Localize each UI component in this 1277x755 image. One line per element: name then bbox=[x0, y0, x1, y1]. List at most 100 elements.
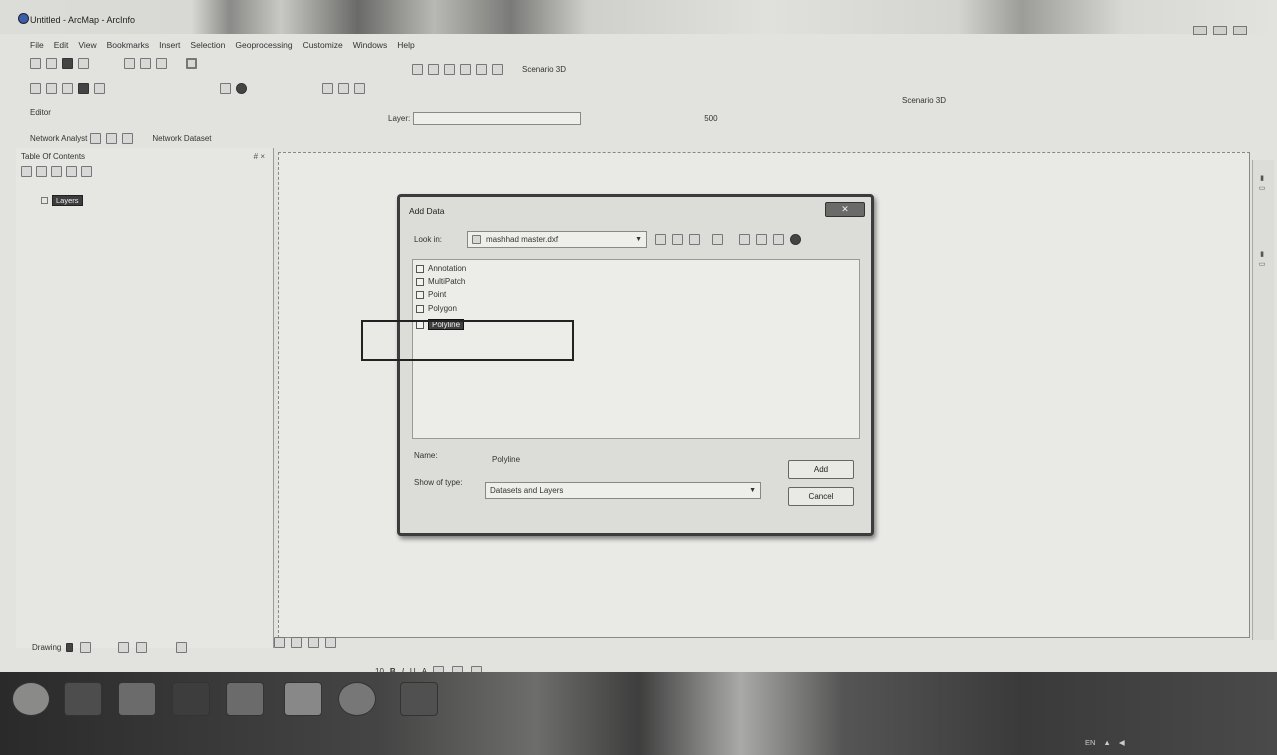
minimize-icon[interactable] bbox=[1193, 26, 1207, 35]
language-indicator[interactable]: EN bbox=[1085, 738, 1095, 747]
list-item-polygon[interactable]: Polygon bbox=[416, 304, 457, 313]
list-by-visibility-icon[interactable] bbox=[51, 166, 62, 177]
menu-selection[interactable]: Selection bbox=[190, 40, 225, 50]
arcmap-icon[interactable] bbox=[338, 682, 376, 716]
tool-icon[interactable] bbox=[444, 64, 455, 75]
search-tab[interactable]: ▮ ▭ bbox=[1257, 250, 1265, 268]
menu-help[interactable]: Help bbox=[397, 40, 414, 50]
tool-icon[interactable] bbox=[106, 133, 118, 144]
zoom-out-icon[interactable] bbox=[46, 83, 57, 94]
network-window-icon[interactable] bbox=[90, 133, 102, 144]
text-icon[interactable] bbox=[136, 642, 148, 653]
connect-folder-icon[interactable] bbox=[689, 234, 700, 245]
list-item-label: MultiPatch bbox=[428, 277, 466, 286]
redo-icon[interactable] bbox=[156, 58, 167, 69]
expand-icon[interactable] bbox=[41, 197, 48, 204]
maximize-icon[interactable] bbox=[1213, 26, 1227, 35]
tool-icon[interactable] bbox=[492, 64, 503, 75]
tool-icon[interactable] bbox=[476, 64, 487, 75]
close-button[interactable]: ✕ bbox=[825, 202, 865, 217]
menu-edit[interactable]: Edit bbox=[54, 40, 69, 50]
list-item-multipatch[interactable]: MultiPatch bbox=[416, 277, 465, 286]
cancel-button[interactable]: Cancel bbox=[788, 487, 854, 506]
show-of-type-combobox[interactable]: Datasets and Layers ▼ bbox=[485, 482, 761, 499]
menu-geoprocessing[interactable]: Geoprocessing bbox=[235, 40, 292, 50]
menu-customize[interactable]: Customize bbox=[303, 40, 343, 50]
refresh-icon[interactable] bbox=[739, 234, 750, 245]
list-by-drawing-order-icon[interactable] bbox=[21, 166, 32, 177]
menu-insert[interactable]: Insert bbox=[159, 40, 180, 50]
app-icon[interactable] bbox=[400, 682, 438, 716]
arcgis-online-icon[interactable] bbox=[790, 234, 801, 245]
new-folder-icon[interactable] bbox=[756, 234, 767, 245]
close-icon[interactable] bbox=[1233, 26, 1247, 35]
list-by-source-icon[interactable] bbox=[36, 166, 47, 177]
new-icon[interactable] bbox=[30, 58, 41, 69]
pan-icon[interactable] bbox=[62, 83, 73, 94]
app-icon[interactable] bbox=[172, 682, 210, 716]
identify-icon[interactable] bbox=[236, 83, 247, 94]
fixed-zoom-icon[interactable] bbox=[94, 83, 105, 94]
print-icon[interactable] bbox=[78, 58, 89, 69]
catalog-icon[interactable] bbox=[773, 234, 784, 245]
list-item-label: Annotation bbox=[428, 264, 467, 273]
select-elements-icon[interactable] bbox=[66, 643, 74, 652]
measure-icon[interactable] bbox=[338, 83, 349, 94]
options-icon[interactable] bbox=[81, 166, 92, 177]
layout-view-icon[interactable] bbox=[291, 637, 302, 648]
scenario-3d-dropdown-right[interactable]: Scenario 3D bbox=[902, 96, 946, 105]
network-icon[interactable]: ▲ bbox=[1103, 738, 1110, 747]
refresh-icon[interactable] bbox=[308, 637, 319, 648]
tool-icon[interactable] bbox=[122, 133, 134, 144]
network-analyst-dropdown[interactable]: Network Analyst bbox=[30, 134, 87, 143]
rectangle-icon[interactable] bbox=[118, 642, 130, 653]
catalog-tab[interactable]: ▮ ▭ bbox=[1257, 174, 1265, 192]
full-extent-icon[interactable] bbox=[78, 83, 89, 94]
editor-dropdown[interactable]: Editor bbox=[30, 108, 51, 117]
toc-layer-item[interactable]: Layers bbox=[41, 195, 83, 206]
menu-bookmarks[interactable]: Bookmarks bbox=[107, 40, 150, 50]
name-field[interactable]: Polyline bbox=[492, 455, 520, 464]
view-list-icon[interactable] bbox=[712, 234, 723, 245]
explorer-icon[interactable] bbox=[118, 682, 156, 716]
add-data-icon[interactable] bbox=[186, 58, 197, 69]
rotate-icon[interactable] bbox=[80, 642, 92, 653]
list-by-selection-icon[interactable] bbox=[66, 166, 77, 177]
cut-icon[interactable] bbox=[124, 58, 135, 69]
up-one-level-icon[interactable] bbox=[655, 234, 666, 245]
app-icon[interactable] bbox=[284, 682, 322, 716]
scenario-3d-dropdown[interactable]: Scenario 3D bbox=[522, 65, 566, 74]
list-item-point[interactable]: Point bbox=[416, 290, 446, 299]
layer-combobox[interactable] bbox=[413, 112, 582, 125]
font-icon[interactable] bbox=[176, 642, 188, 653]
layer-icon[interactable] bbox=[412, 64, 423, 75]
cad-file-icon bbox=[472, 235, 481, 244]
look-in-combobox[interactable]: mashhad master.dxf ▼ bbox=[467, 231, 647, 248]
open-icon[interactable] bbox=[46, 58, 57, 69]
data-view-icon[interactable] bbox=[274, 637, 285, 648]
value-field[interactable]: 500 bbox=[704, 114, 717, 123]
browser-icon[interactable] bbox=[64, 682, 102, 716]
toc-pin-close[interactable]: # × bbox=[254, 152, 265, 161]
home-icon[interactable] bbox=[672, 234, 683, 245]
tool-icon[interactable] bbox=[428, 64, 439, 75]
tool-icon[interactable] bbox=[460, 64, 471, 75]
hyperlink-icon[interactable] bbox=[354, 83, 365, 94]
save-icon[interactable] bbox=[62, 58, 73, 69]
layer-name[interactable]: Layers bbox=[52, 195, 83, 206]
pause-icon[interactable] bbox=[325, 637, 336, 648]
start-icon[interactable] bbox=[12, 682, 50, 716]
add-data-dialog: Add Data ✕ Look in: mashhad master.dxf ▼… bbox=[397, 194, 874, 536]
find-icon[interactable] bbox=[322, 83, 333, 94]
select-arrow-icon[interactable] bbox=[220, 83, 231, 94]
zoom-in-icon[interactable] bbox=[30, 83, 41, 94]
undo-icon[interactable] bbox=[140, 58, 151, 69]
menu-view[interactable]: View bbox=[78, 40, 96, 50]
add-button[interactable]: Add bbox=[788, 460, 854, 479]
list-item-annotation[interactable]: Annotation bbox=[416, 264, 466, 273]
volume-icon[interactable]: ◀ bbox=[1119, 738, 1125, 747]
menu-windows[interactable]: Windows bbox=[353, 40, 387, 50]
menu-file[interactable]: File bbox=[30, 40, 44, 50]
media-player-icon[interactable] bbox=[226, 682, 264, 716]
drawing-dropdown[interactable]: Drawing bbox=[32, 643, 61, 652]
